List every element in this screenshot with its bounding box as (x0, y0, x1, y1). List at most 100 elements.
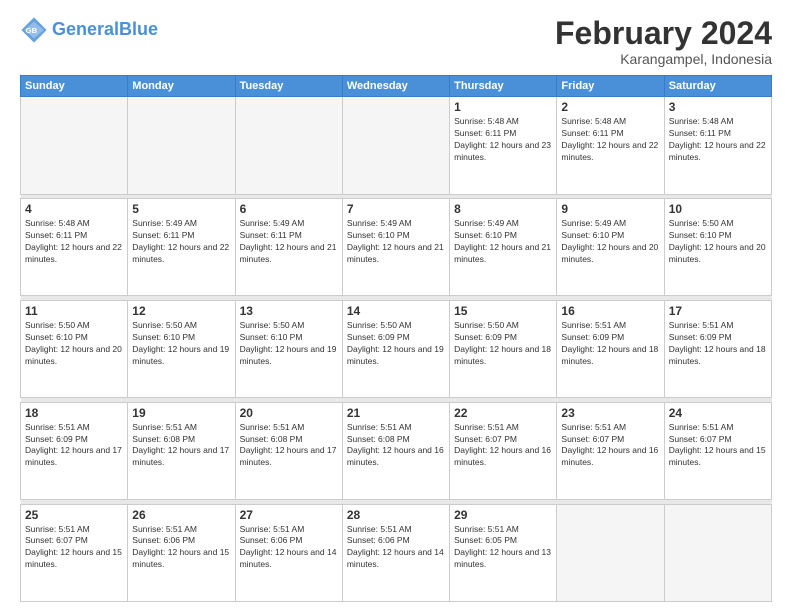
day-number: 26 (132, 508, 230, 522)
calendar-week-3: 11 Sunrise: 5:50 AMSunset: 6:10 PMDayligh… (21, 300, 772, 397)
day-info: Sunrise: 5:51 AMSunset: 6:09 PMDaylight:… (25, 422, 123, 470)
table-row: 15 Sunrise: 5:50 AMSunset: 6:09 PMDayligh… (450, 300, 557, 397)
day-number: 2 (561, 100, 659, 114)
day-info: Sunrise: 5:51 AMSunset: 6:05 PMDaylight:… (454, 524, 552, 572)
calendar-week-1: 1 Sunrise: 5:48 AMSunset: 6:11 PMDaylight… (21, 97, 772, 194)
table-row: 8Sunrise: 5:49 AMSunset: 6:10 PMDaylight… (450, 199, 557, 296)
day-number: 25 (25, 508, 123, 522)
day-number: 28 (347, 508, 445, 522)
day-info: Sunrise: 5:50 AMSunset: 6:10 PMDaylight:… (240, 320, 338, 368)
table-row: 20 Sunrise: 5:51 AMSunset: 6:08 PMDayligh… (235, 402, 342, 499)
day-number: 18 (25, 406, 123, 420)
table-row: 11 Sunrise: 5:50 AMSunset: 6:10 PMDayligh… (21, 300, 128, 397)
table-row: 12Sunrise: 5:50 AMSunset: 6:10 PMDayligh… (128, 300, 235, 397)
day-info: Sunrise: 5:51 AMSunset: 6:08 PMDaylight:… (347, 422, 445, 470)
day-number: 8 (454, 202, 552, 216)
table-row: 4 Sunrise: 5:48 AMSunset: 6:11 PMDaylight… (21, 199, 128, 296)
month-title: February 2024 (555, 16, 772, 51)
table-row: 25 Sunrise: 5:51 AMSunset: 6:07 PMDayligh… (21, 504, 128, 602)
day-info: Sunrise: 5:51 AMSunset: 6:09 PMDaylight:… (561, 320, 659, 368)
table-row: 2Sunrise: 5:48 AMSunset: 6:11 PMDaylight… (557, 97, 664, 194)
day-number: 19 (132, 406, 230, 420)
day-number: 7 (347, 202, 445, 216)
day-info: Sunrise: 5:50 AMSunset: 6:10 PMDaylight:… (669, 218, 767, 266)
calendar-week-2: 4 Sunrise: 5:48 AMSunset: 6:11 PMDaylight… (21, 199, 772, 296)
table-row: 3 Sunrise: 5:48 AMSunset: 6:11 PMDaylight… (664, 97, 771, 194)
calendar-week-5: 25 Sunrise: 5:51 AMSunset: 6:07 PMDayligh… (21, 504, 772, 602)
day-info: Sunrise: 5:48 AMSunset: 6:11 PMDaylight:… (454, 116, 552, 164)
day-number: 17 (669, 304, 767, 318)
table-row (342, 97, 449, 194)
day-number: 15 (454, 304, 552, 318)
col-monday: Monday (128, 76, 235, 97)
day-info: Sunrise: 5:51 AMSunset: 6:07 PMDaylight:… (669, 422, 767, 470)
table-row (21, 97, 128, 194)
table-row: 28 Sunrise: 5:51 AMSunset: 6:06 PMDayligh… (342, 504, 449, 602)
day-number: 5 (132, 202, 230, 216)
table-row: 26 Sunrise: 5:51 AMSunset: 6:06 PMDayligh… (128, 504, 235, 602)
location: Karangampel, Indonesia (555, 51, 772, 67)
table-row: 18 Sunrise: 5:51 AMSunset: 6:09 PMDayligh… (21, 402, 128, 499)
table-row: 10 Sunrise: 5:50 AMSunset: 6:10 PMDayligh… (664, 199, 771, 296)
logo-icon: GB (20, 16, 48, 44)
table-row: 14 Sunrise: 5:50 AMSunset: 6:09 PMDayligh… (342, 300, 449, 397)
table-row: 27Sunrise: 5:51 AMSunset: 6:06 PMDayligh… (235, 504, 342, 602)
day-info: Sunrise: 5:50 AMSunset: 6:09 PMDaylight:… (454, 320, 552, 368)
table-row (664, 504, 771, 602)
day-number: 20 (240, 406, 338, 420)
day-number: 13 (240, 304, 338, 318)
day-info: Sunrise: 5:48 AMSunset: 6:11 PMDaylight:… (25, 218, 123, 266)
col-thursday: Thursday (450, 76, 557, 97)
day-info: Sunrise: 5:50 AMSunset: 6:09 PMDaylight:… (347, 320, 445, 368)
day-number: 16 (561, 304, 659, 318)
day-number: 4 (25, 202, 123, 216)
table-row: 29 Sunrise: 5:51 AMSunset: 6:05 PMDayligh… (450, 504, 557, 602)
day-info: Sunrise: 5:50 AMSunset: 6:10 PMDaylight:… (25, 320, 123, 368)
calendar-week-4: 18 Sunrise: 5:51 AMSunset: 6:09 PMDayligh… (21, 402, 772, 499)
table-row: 16 Sunrise: 5:51 AMSunset: 6:09 PMDayligh… (557, 300, 664, 397)
day-info: Sunrise: 5:51 AMSunset: 6:07 PMDaylight:… (561, 422, 659, 470)
day-number: 29 (454, 508, 552, 522)
day-info: Sunrise: 5:49 AMSunset: 6:11 PMDaylight:… (132, 218, 230, 266)
col-sunday: Sunday (21, 76, 128, 97)
day-number: 14 (347, 304, 445, 318)
day-info: Sunrise: 5:51 AMSunset: 6:06 PMDaylight:… (347, 524, 445, 572)
table-row (128, 97, 235, 194)
day-number: 3 (669, 100, 767, 114)
day-number: 9 (561, 202, 659, 216)
day-info: Sunrise: 5:51 AMSunset: 6:06 PMDaylight:… (132, 524, 230, 572)
calendar: Sunday Monday Tuesday Wednesday Thursday… (20, 75, 772, 602)
header: GB GeneralBlue February 2024 Karangampel… (20, 16, 772, 67)
table-row: 1 Sunrise: 5:48 AMSunset: 6:11 PMDaylight… (450, 97, 557, 194)
day-info: Sunrise: 5:49 AMSunset: 6:10 PMDaylight:… (347, 218, 445, 266)
svg-text:GB: GB (26, 26, 38, 35)
day-number: 1 (454, 100, 552, 114)
day-info: Sunrise: 5:51 AMSunset: 6:08 PMDaylight:… (240, 422, 338, 470)
table-row: 23 Sunrise: 5:51 AMSunset: 6:07 PMDayligh… (557, 402, 664, 499)
day-number: 11 (25, 304, 123, 318)
day-number: 12 (132, 304, 230, 318)
page: GB GeneralBlue February 2024 Karangampel… (0, 0, 792, 612)
calendar-header-row: Sunday Monday Tuesday Wednesday Thursday… (21, 76, 772, 97)
table-row: 22Sunrise: 5:51 AMSunset: 6:07 PMDayligh… (450, 402, 557, 499)
col-friday: Friday (557, 76, 664, 97)
table-row (235, 97, 342, 194)
table-row: 21Sunrise: 5:51 AMSunset: 6:08 PMDayligh… (342, 402, 449, 499)
day-number: 23 (561, 406, 659, 420)
day-info: Sunrise: 5:51 AMSunset: 6:07 PMDaylight:… (25, 524, 123, 572)
day-info: Sunrise: 5:49 AMSunset: 6:11 PMDaylight:… (240, 218, 338, 266)
day-info: Sunrise: 5:48 AMSunset: 6:11 PMDaylight:… (669, 116, 767, 164)
table-row: 24Sunrise: 5:51 AMSunset: 6:07 PMDayligh… (664, 402, 771, 499)
table-row: 17 Sunrise: 5:51 AMSunset: 6:09 PMDayligh… (664, 300, 771, 397)
title-block: February 2024 Karangampel, Indonesia (555, 16, 772, 67)
table-row: 5 Sunrise: 5:49 AMSunset: 6:11 PMDaylight… (128, 199, 235, 296)
table-row: 13 Sunrise: 5:50 AMSunset: 6:10 PMDayligh… (235, 300, 342, 397)
table-row: 19 Sunrise: 5:51 AMSunset: 6:08 PMDayligh… (128, 402, 235, 499)
table-row: 6Sunrise: 5:49 AMSunset: 6:11 PMDaylight… (235, 199, 342, 296)
day-number: 10 (669, 202, 767, 216)
day-info: Sunrise: 5:51 AMSunset: 6:06 PMDaylight:… (240, 524, 338, 572)
col-tuesday: Tuesday (235, 76, 342, 97)
day-info: Sunrise: 5:51 AMSunset: 6:08 PMDaylight:… (132, 422, 230, 470)
day-info: Sunrise: 5:49 AMSunset: 6:10 PMDaylight:… (561, 218, 659, 266)
day-info: Sunrise: 5:51 AMSunset: 6:09 PMDaylight:… (669, 320, 767, 368)
